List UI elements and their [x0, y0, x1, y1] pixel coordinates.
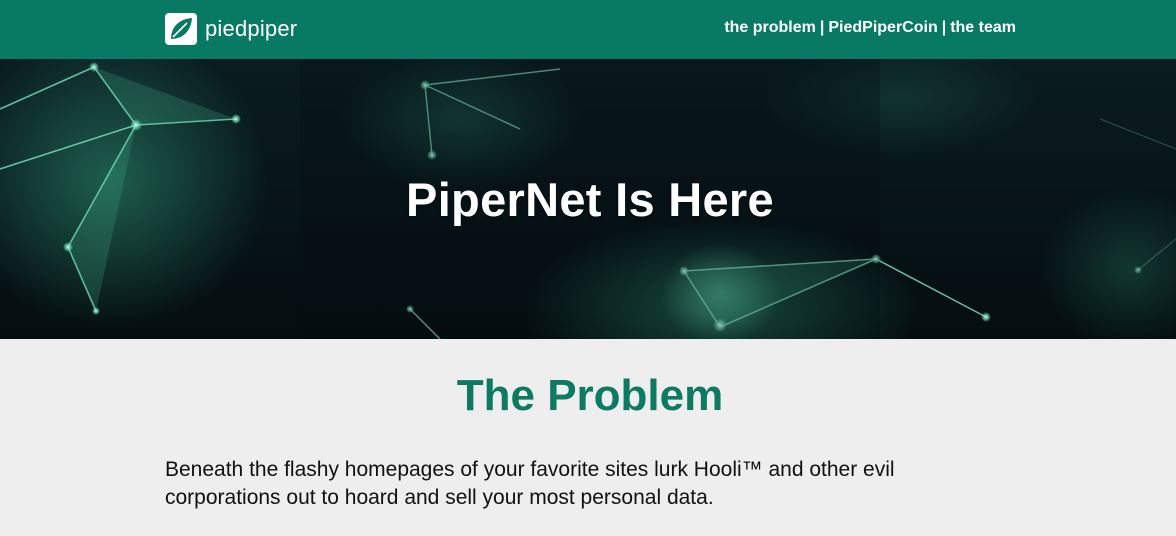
- hero-banner: PiperNet Is Here: [0, 59, 1176, 339]
- problem-section: The Problem Beneath the flashy homepages…: [0, 339, 1176, 536]
- brand-logo-link[interactable]: piedpiper: [165, 13, 297, 45]
- leaf-logo-icon: [165, 13, 197, 45]
- section-title: The Problem: [456, 371, 724, 420]
- brand-name: piedpiper: [205, 16, 298, 41]
- page: piedpiper the problem | PiedPiperCoin | …: [0, 0, 1176, 536]
- nav-link-the-team[interactable]: the team: [950, 19, 1016, 37]
- section-body-text: Beneath the flashy homepages of your fav…: [165, 458, 895, 509]
- top-header: piedpiper the problem | PiedPiperCoin | …: [0, 0, 1176, 59]
- nav-separator: |: [941, 19, 947, 36]
- hero-title: PiperNet Is Here: [406, 172, 774, 226]
- nav-link-piedpipercoin[interactable]: PiedPiperCoin: [828, 19, 937, 37]
- nav-link-the-problem[interactable]: the problem: [724, 19, 816, 37]
- nav-separator: |: [819, 19, 825, 36]
- main-nav: the problem | PiedPiperCoin | the team: [724, 19, 1016, 37]
